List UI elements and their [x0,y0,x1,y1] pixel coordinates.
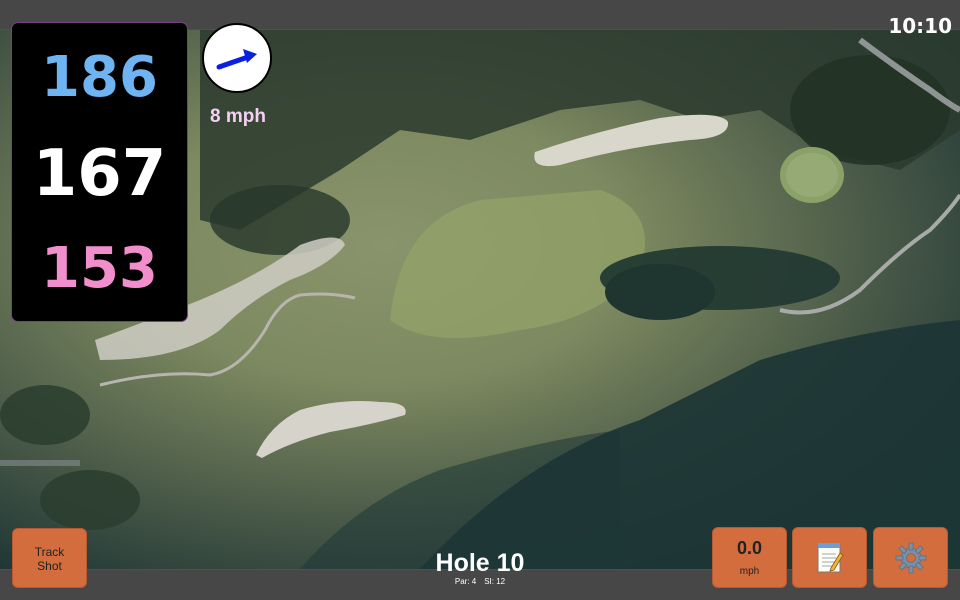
hole-title: Hole 10 [435,549,525,577]
back-distance: 186 [41,45,158,110]
speed-value: 0.0 [736,538,763,558]
track-shot-label-line2: Shot [37,559,62,573]
gear-icon [895,542,926,573]
notepad-icon [817,542,844,572]
distance-panel: 186 167 153 [11,22,188,322]
middle-distance: 167 [32,137,167,211]
front-distance: 153 [41,236,158,301]
wind-direction-arrow-icon [216,49,257,70]
wind-indicator [202,23,272,93]
clock: 10:10 [888,14,952,38]
stroke-index-text: SI: 12 [484,577,506,586]
wind-speed: 8 mph [210,106,266,127]
par-text: Par: 4 [454,577,477,586]
notes-button[interactable] [792,527,867,588]
speed-unit: mph [739,566,760,577]
settings-button[interactable] [873,527,948,588]
golf-gps-screen: 10:10 186 167 153 8 mph Track Shot Hole … [0,0,960,600]
speed-button[interactable]: 0.0 mph [712,527,787,588]
hole-meta: Par: 4 SI: 12 [380,577,580,586]
track-shot-label-line1: Track [34,545,65,559]
track-shot-button[interactable]: Track Shot [12,528,87,588]
